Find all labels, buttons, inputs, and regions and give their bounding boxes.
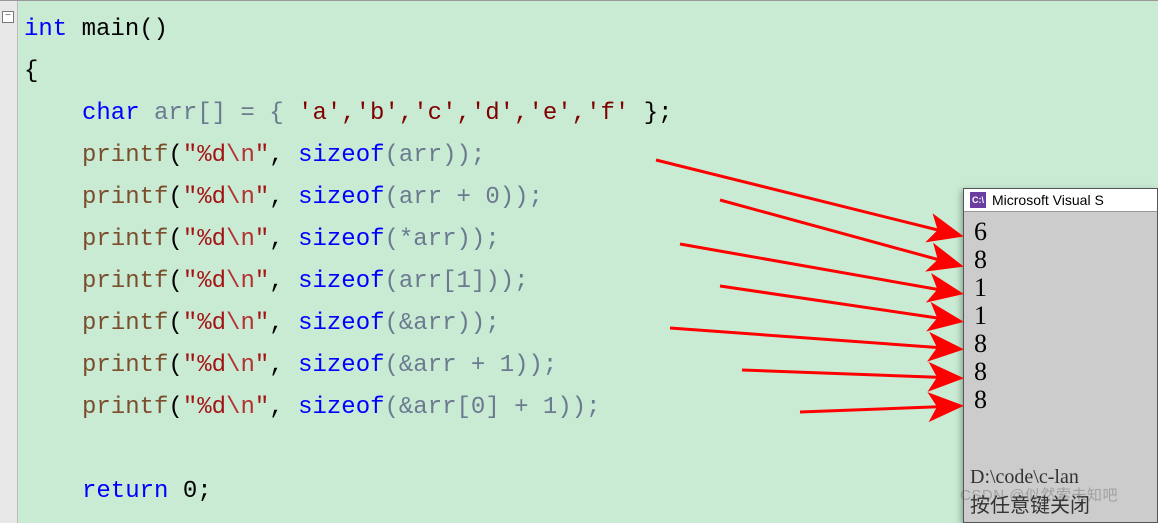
keyword-char: char <box>82 100 140 127</box>
console-output: 6 8 1 1 8 8 8 <box>964 212 1157 420</box>
esc: \n <box>226 310 255 337</box>
comma: , <box>269 226 298 253</box>
fmt-close: " <box>255 268 269 295</box>
esc: \n <box>226 142 255 169</box>
fmt-close: " <box>255 226 269 253</box>
esc: \n <box>226 226 255 253</box>
output-line: 8 <box>974 358 1147 386</box>
comma: , <box>269 352 298 379</box>
fmt: "%d <box>183 352 226 379</box>
output-line: 6 <box>974 218 1147 246</box>
paren: ( <box>168 184 182 211</box>
arg: (&arr)); <box>385 310 500 337</box>
keyword-return: return <box>82 478 168 505</box>
code-line-2: { <box>0 51 1158 93</box>
fmt: "%d <box>183 268 226 295</box>
arg: (arr)); <box>385 142 486 169</box>
return-val: 0; <box>168 478 211 505</box>
printf: printf <box>82 352 168 379</box>
fmt-close: " <box>255 184 269 211</box>
comma: , <box>269 184 298 211</box>
sizeof: sizeof <box>298 184 384 211</box>
comma: , <box>269 268 298 295</box>
sizeof: sizeof <box>298 352 384 379</box>
fmt: "%d <box>183 310 226 337</box>
keyword-int: int <box>24 16 67 43</box>
sizeof: sizeof <box>298 142 384 169</box>
fmt-close: " <box>255 142 269 169</box>
paren: ( <box>168 268 182 295</box>
console-title-text: Microsoft Visual S <box>992 192 1104 208</box>
esc: \n <box>226 352 255 379</box>
paren: ( <box>168 310 182 337</box>
code-line-4: printf("%d\n", sizeof(arr)); <box>0 135 1158 177</box>
paren: ( <box>168 394 182 421</box>
esc: \n <box>226 184 255 211</box>
vs-icon: C:\ <box>970 192 986 208</box>
text-main: main() <box>67 16 168 43</box>
printf: printf <box>82 268 168 295</box>
arg: (arr[1])); <box>385 268 529 295</box>
output-line: 8 <box>974 386 1147 414</box>
arg: (&arr + 1)); <box>385 352 558 379</box>
printf: printf <box>82 394 168 421</box>
output-line: 1 <box>974 302 1147 330</box>
output-line: 1 <box>974 274 1147 302</box>
brace-open: { <box>24 58 38 85</box>
printf: printf <box>82 184 168 211</box>
output-line: 8 <box>974 330 1147 358</box>
fmt: "%d <box>183 142 226 169</box>
console-window[interactable]: C:\ Microsoft Visual S 6 8 1 1 8 8 8 D:\… <box>963 188 1158 523</box>
watermark: CSDN @似然索未知吧 <box>960 484 1118 505</box>
arg: (arr + 0)); <box>385 184 543 211</box>
sizeof: sizeof <box>298 268 384 295</box>
gutter: − <box>0 1 18 523</box>
esc: \n <box>226 268 255 295</box>
char-literals: 'a','b','c','d','e','f' <box>298 100 629 127</box>
fold-icon[interactable]: − <box>2 11 14 23</box>
fmt-close: " <box>255 352 269 379</box>
printf: printf <box>82 142 168 169</box>
output-line: 8 <box>974 246 1147 274</box>
sizeof: sizeof <box>298 394 384 421</box>
decl-end: }; <box>629 100 672 127</box>
sizeof: sizeof <box>298 226 384 253</box>
comma: , <box>269 142 298 169</box>
printf: printf <box>82 310 168 337</box>
fmt: "%d <box>183 394 226 421</box>
sizeof: sizeof <box>298 310 384 337</box>
paren: ( <box>168 142 182 169</box>
paren: ( <box>168 352 182 379</box>
arg: (&arr[0] + 1)); <box>385 394 601 421</box>
fmt: "%d <box>183 226 226 253</box>
comma: , <box>269 310 298 337</box>
console-titlebar[interactable]: C:\ Microsoft Visual S <box>964 189 1157 212</box>
arg: (*arr)); <box>385 226 500 253</box>
comma: , <box>269 394 298 421</box>
printf: printf <box>82 226 168 253</box>
code-line-3: char arr[] = { 'a','b','c','d','e','f' }… <box>0 93 1158 135</box>
esc: \n <box>226 394 255 421</box>
decl-var: arr[] = { <box>140 100 298 127</box>
fmt-close: " <box>255 394 269 421</box>
paren: ( <box>168 226 182 253</box>
fmt: "%d <box>183 184 226 211</box>
code-line-1: int main() <box>0 9 1158 51</box>
fmt-close: " <box>255 310 269 337</box>
